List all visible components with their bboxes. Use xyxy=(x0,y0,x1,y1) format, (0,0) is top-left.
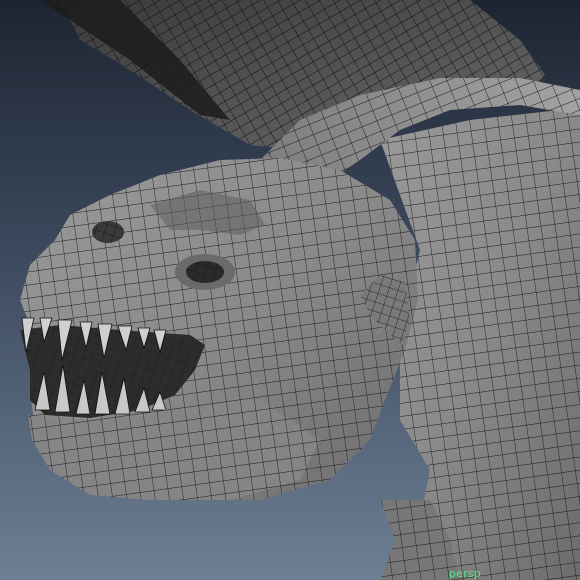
eye-mesh[interactable] xyxy=(175,254,235,290)
nostril[interactable] xyxy=(92,221,124,243)
viewport-canvas[interactable] xyxy=(0,0,580,580)
maya-perspective-viewport[interactable]: persp xyxy=(0,0,580,580)
camera-label: persp xyxy=(449,567,481,580)
